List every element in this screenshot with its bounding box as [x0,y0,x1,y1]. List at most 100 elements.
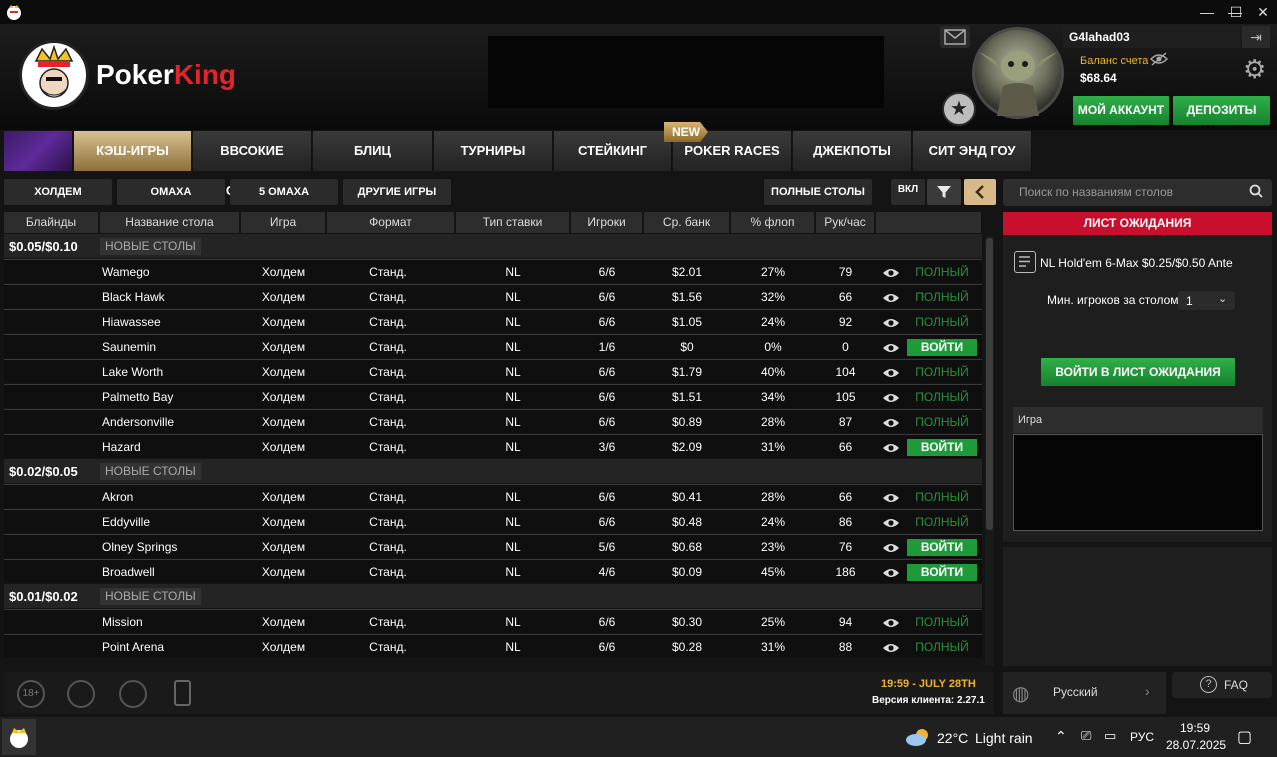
full-tables-button[interactable]: ПОЛНЫЕ СТОЛЫ [764,179,872,205]
deposits-button[interactable]: ДЕПОЗИТЫ [1173,96,1270,125]
observe-eye-icon[interactable] [882,435,900,459]
tab-blitz[interactable]: БЛИЦ [313,131,433,171]
collapse-panel-chevron-icon[interactable] [964,179,996,205]
scroll-thumb[interactable] [986,238,993,530]
search-icon[interactable] [1249,184,1263,201]
table-row[interactable]: Eddyville Холдем Станд. NL 6/6 $0.48 24% 86 ПОЛН… [4,509,982,533]
table-row[interactable]: Hazard Холдем Станд. NL 3/6 $2.09 31% 66 ВОЙТИ [4,434,982,458]
observe-eye-icon[interactable] [882,310,900,334]
waitlist-game-header-label: Игра [1018,414,1043,426]
col-table-name[interactable]: Название стола [100,212,240,233]
observe-eye-icon[interactable] [882,485,900,509]
weather-icon[interactable] [904,727,932,752]
mail-icon[interactable] [940,26,970,48]
observe-eye-icon[interactable] [882,410,900,434]
windows-taskbar: 22°C Light rain ⌃ ⎚ ▭ РУС 19:59 28.07.20… [0,717,1277,757]
filter-omaha-button[interactable]: ОМАХА [117,179,225,205]
tab-cash-games[interactable]: КЭШ-ИГРЫ [74,131,192,171]
filter-other-games-button[interactable]: ДРУГИЕ ИГРЫ [343,179,451,205]
tab-sit-and-go[interactable]: СИТ ЭНД ГОУ [913,131,1032,171]
join-table-button[interactable]: ВОЙТИ [907,564,977,581]
observe-eye-icon[interactable] [882,335,900,359]
observe-eye-icon[interactable] [882,510,900,534]
table-row[interactable]: Akron Холдем Станд. NL 6/6 $0.41 28% 66 ПОЛНЫЙ [4,484,982,508]
close-button[interactable]: ✕ [1248,0,1277,24]
search-input[interactable]: Поиск по названиям столов [1003,179,1272,206]
tab-tournaments[interactable]: ТУРНИРЫ [434,131,553,171]
tab-promo[interactable] [4,131,73,171]
tray-network-icon[interactable]: ▭ [1104,728,1116,744]
taskbar-date[interactable]: 28.07.2025 [1166,738,1226,752]
observe-eye-icon[interactable] [882,260,900,284]
table-row[interactable]: Andersonville Холдем Станд. NL 6/6 $0.89 28% 87… [4,409,982,433]
table-row[interactable]: Olney Springs Холдем Станд. NL 5/6 $0.68 23% 76… [4,534,982,558]
taskbar-time[interactable]: 19:59 [1180,721,1210,735]
table-row[interactable]: Black Hawk Холдем Станд. NL 6/6 $1.56 32% 66 ПОЛ… [4,284,982,308]
gear-icon[interactable]: ⚙ [1243,54,1266,85]
cell-hands: 66 [838,290,853,304]
col-flop-pct[interactable]: % флоп [731,212,815,233]
table-full-label: ПОЛНЫЙ [915,490,969,504]
tab-staking[interactable]: СТЕЙКИНГ [554,131,672,171]
cell-name: Point Arena [102,640,165,654]
observe-eye-icon[interactable] [882,360,900,384]
rank-star-icon[interactable]: ★ [942,92,976,126]
col-hands-per-hour[interactable]: Рук/час [816,212,875,233]
tables-scrollbar[interactable] [985,236,994,666]
join-table-button[interactable]: ВОЙТИ [907,539,977,556]
col-game[interactable]: Игра [241,212,326,233]
cell-bet: NL [505,415,521,429]
table-row[interactable]: Wamego Холдем Станд. NL 6/6 $2.01 27% 79 ПОЛНЫЙ [4,259,982,283]
observe-eye-icon[interactable] [882,535,900,559]
join-waitlist-button[interactable]: ВОЙТИ В ЛИСТ ОЖИДАНИЯ [1041,358,1235,386]
col-format[interactable]: Формат [327,212,455,233]
mobile-icon[interactable] [174,680,191,706]
observe-eye-icon[interactable] [882,610,900,634]
tray-chevron-up-icon[interactable]: ⌃ [1055,728,1067,745]
cell-name: Hazard [102,440,141,454]
new-tables-button[interactable]: НОВЫЕ СТОЛЫ [100,588,201,605]
promo-banner[interactable] [488,36,884,108]
new-tables-button[interactable]: НОВЫЕ СТОЛЫ [100,463,201,480]
observe-eye-icon[interactable] [882,285,900,309]
tab-jackpots[interactable]: ДЖЕКПОТЫ [793,131,912,171]
filter-omaha5-button[interactable]: 5 ОМАХА [230,179,338,205]
col-avg-pot[interactable]: Ср. банк [644,212,730,233]
table-row[interactable]: Hiawassee Холдем Станд. NL 6/6 $1.05 24% 92 ПОЛН… [4,309,982,333]
new-tables-button[interactable]: НОВЫЕ СТОЛЫ [100,238,201,255]
filter-holdem-button[interactable]: ХОЛДЕМ [4,179,112,205]
table-row[interactable]: Palmetto Bay Холдем Станд. NL 6/6 $1.51 34% 105… [4,384,982,408]
full-tables-toggle[interactable]: ВКЛ [891,179,925,205]
faq-button[interactable]: ? FAQ [1172,672,1272,698]
min-players-select[interactable]: 1 ⌄ [1178,291,1235,310]
col-blinds[interactable]: Блайнды [4,212,99,233]
my-account-button[interactable]: МОЙ АККАУНТ [1073,96,1169,125]
language-selector[interactable]: ◍ Русский › [1003,672,1166,714]
col-bet-type[interactable]: Тип ставки [456,212,570,233]
tray-device-icon[interactable]: ⎚ [1081,728,1091,744]
logout-icon[interactable]: ⇥ [1242,26,1270,48]
cell-format: Станд. [369,265,407,279]
col-players[interactable]: Игроки [571,212,643,233]
observe-eye-icon[interactable] [882,560,900,584]
minimize-button-visible[interactable]: — [1192,0,1222,24]
table-row[interactable]: Point Arena Холдем Станд. NL 6/6 $0.28 31% 88 ПО… [4,634,982,658]
table-row[interactable]: Mission Холдем Станд. NL 6/6 $0.30 25% 94 ПОЛНЫЙ [4,609,982,633]
notifications-icon[interactable]: ▢ [1237,727,1252,747]
tab-high-stakes[interactable]: ВВСОКИЕ СТАВКИ [193,131,312,198]
input-language[interactable]: РУС [1130,730,1154,744]
avatar[interactable] [972,27,1064,119]
observe-eye-icon[interactable] [882,635,900,659]
filter-funnel-icon[interactable] [927,179,961,205]
maximize-button[interactable]: ☐ [1221,0,1251,24]
hide-balance-icon[interactable] [1150,52,1168,69]
app-header: PokerKing ★ G4lahad03 ⇥ Баланс счета $68… [0,24,1277,130]
table-row[interactable]: Broadwell Холдем Станд. NL 4/6 $0.09 45% 186 ВОЙ… [4,559,982,583]
taskbar-pokerking-app[interactable] [2,719,36,755]
table-row[interactable]: Lake Worth Холдем Станд. NL 6/6 $1.79 40% 104 ПО… [4,359,982,383]
join-table-button[interactable]: ВОЙТИ [907,339,977,356]
cell-name: Akron [102,490,134,504]
join-table-button[interactable]: ВОЙТИ [907,439,977,456]
table-row[interactable]: Saunemin Холдем Станд. NL 1/6 $0 0% 0 ВОЙТИ [4,334,982,358]
observe-eye-icon[interactable] [882,385,900,409]
